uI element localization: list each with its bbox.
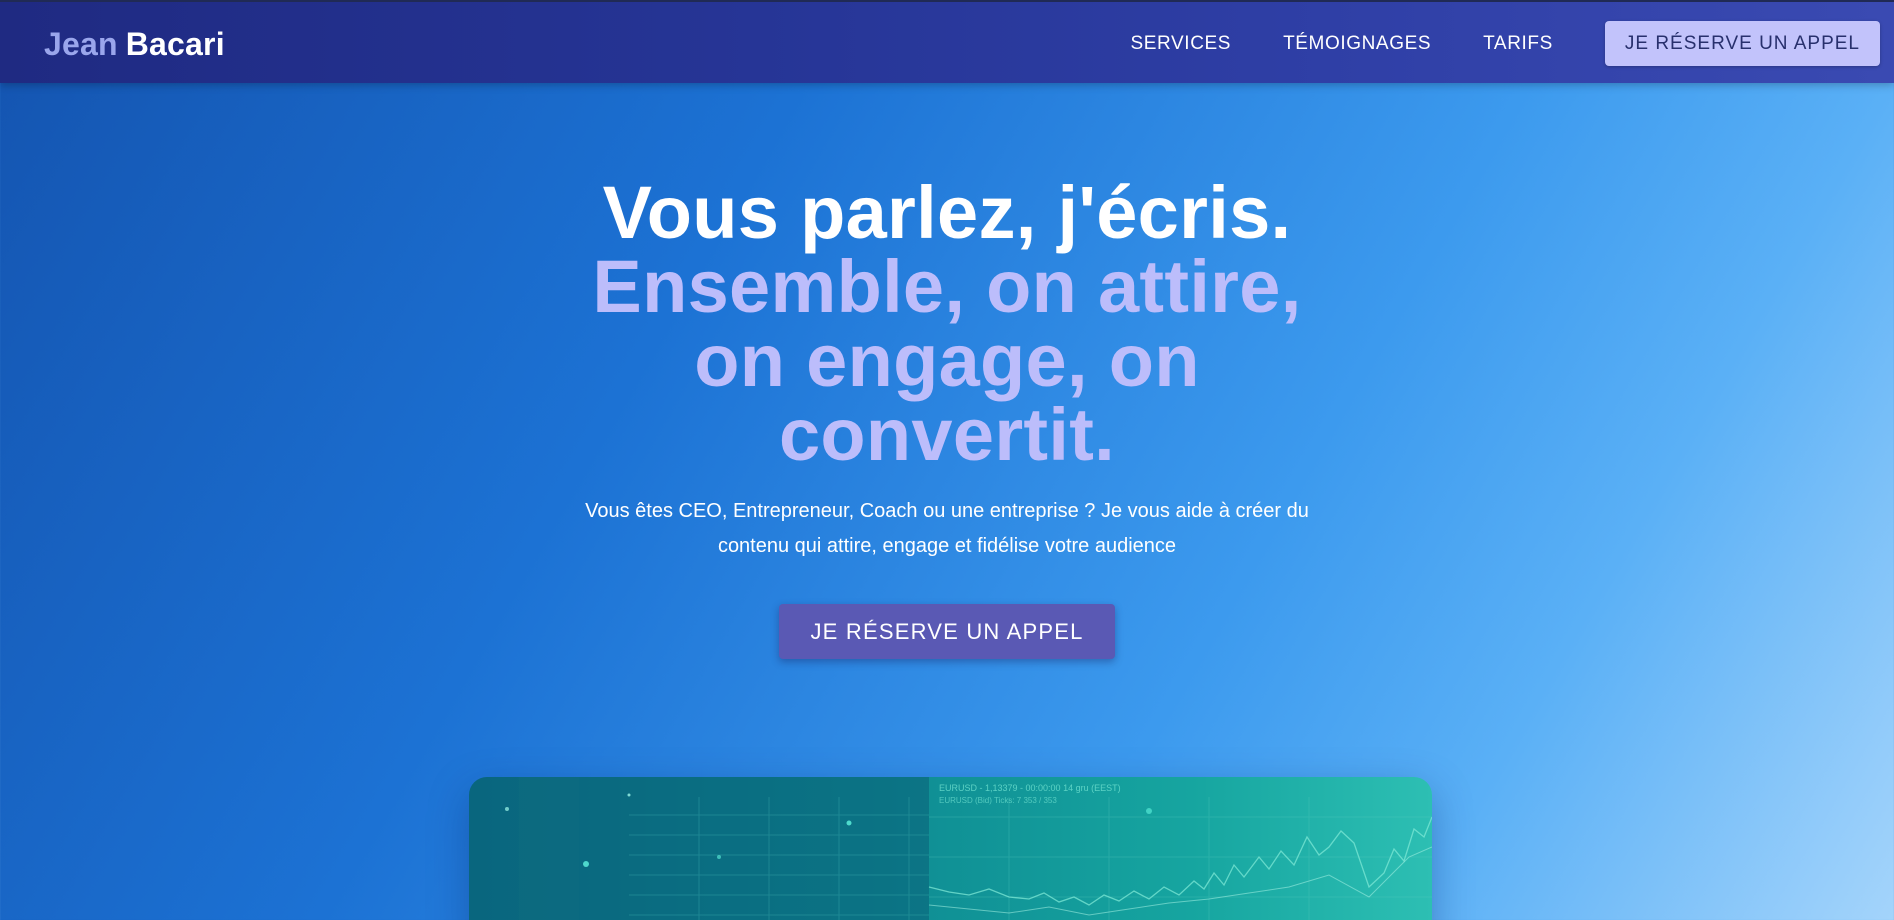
nav-link-temoignages[interactable]: TÉMOIGNAGES <box>1283 22 1431 66</box>
nav-links: SERVICES TÉMOIGNAGES TARIFS JE RÉSERVE U… <box>1131 21 1880 66</box>
logo-last-name: Bacari <box>125 26 225 62</box>
hero-headline: Vous parlez, j'écris. Ensemble, on attir… <box>0 176 1894 472</box>
headline-line-1: Vous parlez, j'écris. <box>602 171 1292 254</box>
chart-header-text: EURUSD - 1,13379 - 00:00:00 14 gru (EEST… <box>939 783 1121 793</box>
nav-book-call-button[interactable]: JE RÉSERVE UN APPEL <box>1604 21 1880 66</box>
headline-accent: Ensemble, on attire, on engage, on conve… <box>592 245 1302 476</box>
nav-link-tarifs[interactable]: TARIFS <box>1483 22 1553 66</box>
trading-chart-illustration: EURUSD - 1,13379 - 00:00:00 14 gru (EEST… <box>469 777 1432 920</box>
trading-chart-image: EURUSD - 1,13379 - 00:00:00 14 gru (EEST… <box>469 777 1432 920</box>
hero-section: Vous parlez, j'écris. Ensemble, on attir… <box>0 176 1894 659</box>
chart-subheader-text: EURUSD (Bid) Ticks: 7 353 / 353 <box>939 796 1057 805</box>
nav-link-services[interactable]: SERVICES <box>1131 22 1232 66</box>
top-navbar: Jean Bacari SERVICES TÉMOIGNAGES TARIFS J… <box>0 0 1894 83</box>
site-logo[interactable]: Jean Bacari <box>44 26 225 63</box>
logo-first-name: Jean <box>44 26 118 62</box>
hero-book-call-button[interactable]: JE RÉSERVE UN APPEL <box>779 604 1115 659</box>
hero-subtitle: Vous êtes CEO, Entrepreneur, Coach ou un… <box>585 500 1309 557</box>
